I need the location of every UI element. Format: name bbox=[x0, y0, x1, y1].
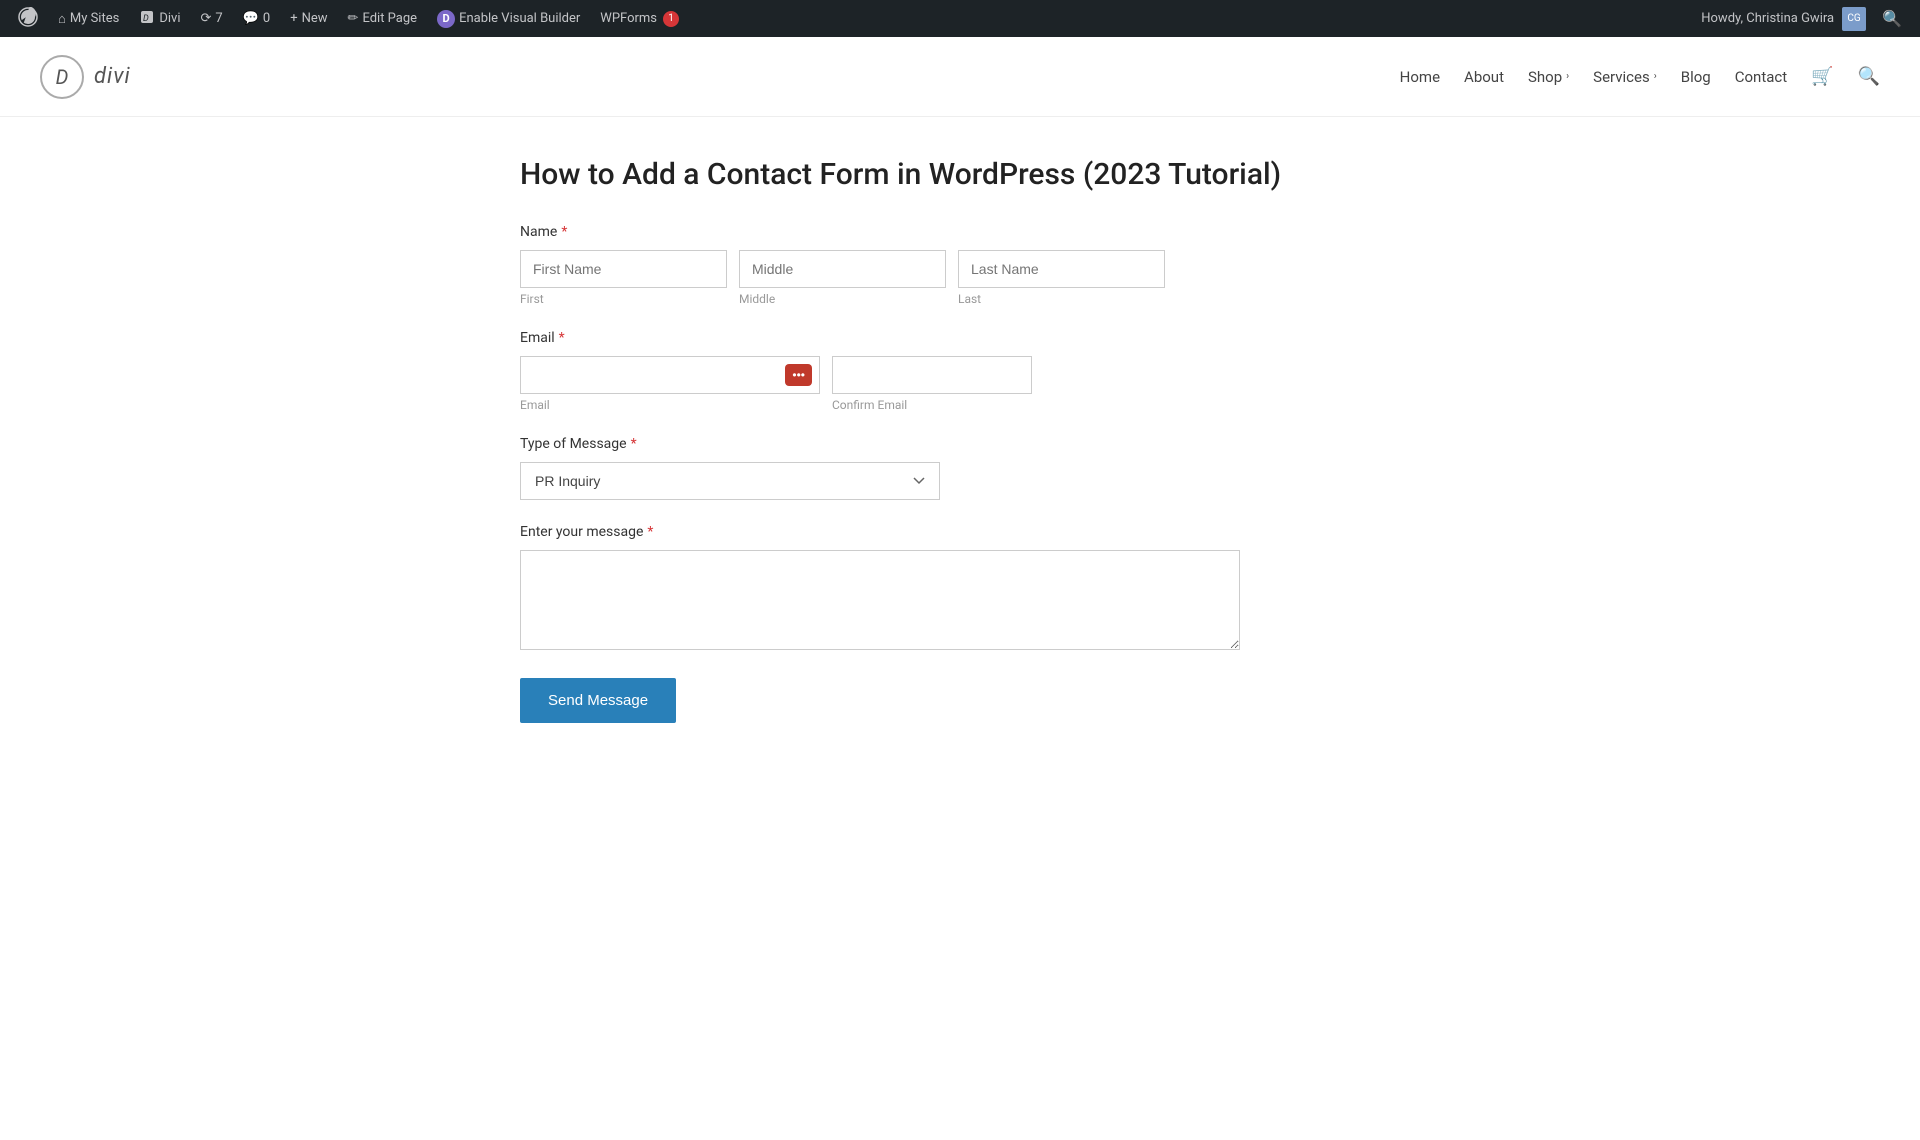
avatar: CG bbox=[1842, 7, 1866, 31]
nav-shop[interactable]: Shop › bbox=[1528, 68, 1569, 86]
message-textarea[interactable] bbox=[520, 550, 1240, 650]
type-of-message-field: Type of Message * PR Inquiry General Inq… bbox=[520, 436, 1400, 500]
divi-site-icon: D bbox=[139, 9, 155, 29]
admin-bar-wpforms[interactable]: WPForms 1 bbox=[592, 0, 687, 37]
nav-blog[interactable]: Blog bbox=[1681, 68, 1711, 86]
admin-bar-comments[interactable]: 💬 0 bbox=[235, 0, 279, 37]
middle-name-sublabel: Middle bbox=[739, 292, 946, 306]
howdy-text: Howdy, Christina Gwira bbox=[1701, 11, 1834, 26]
site-nav: Home About Shop › Services › Blog Contac… bbox=[1400, 66, 1880, 87]
first-name-input[interactable] bbox=[520, 250, 727, 288]
cart-icon[interactable]: 🛒 bbox=[1811, 66, 1833, 87]
site-logo[interactable]: D divi bbox=[40, 55, 131, 99]
updates-count: 7 bbox=[215, 11, 222, 26]
type-required-star: * bbox=[631, 436, 637, 452]
divi-bubble-icon: D bbox=[437, 10, 455, 28]
admin-bar-divi[interactable]: D Divi bbox=[131, 0, 188, 37]
admin-bar-edit-page[interactable]: ✏ Edit Page bbox=[340, 0, 426, 37]
type-of-message-label: Type of Message * bbox=[520, 436, 1400, 452]
confirm-email-group: Confirm Email bbox=[832, 356, 1032, 412]
new-label: New bbox=[302, 11, 328, 26]
nav-about[interactable]: About bbox=[1464, 68, 1504, 86]
email-input-wrapper: ••• bbox=[520, 356, 820, 394]
admin-search-icon[interactable]: 🔍 bbox=[1874, 9, 1910, 28]
message-field: Enter your message * bbox=[520, 524, 1400, 654]
message-required-star: * bbox=[647, 524, 653, 540]
email-sublabel: Email bbox=[520, 398, 820, 412]
main-content: How to Add a Contact Form in WordPress (… bbox=[480, 157, 1440, 783]
middle-name-group: Middle bbox=[739, 250, 946, 306]
name-field: Name * First Middle Last bbox=[520, 224, 1400, 306]
admin-bar-my-sites[interactable]: ⌂ My Sites bbox=[50, 0, 127, 37]
type-of-message-select[interactable]: PR Inquiry General Inquiry Support Other bbox=[520, 462, 940, 500]
name-required-star: * bbox=[561, 224, 567, 240]
chevron-down-icon: › bbox=[1566, 71, 1569, 82]
admin-bar-right: Howdy, Christina Gwira CG 🔍 bbox=[1701, 7, 1910, 31]
wpforms-label: WPForms bbox=[600, 11, 657, 26]
pencil-icon: ✏ bbox=[348, 11, 359, 26]
first-name-sublabel: First bbox=[520, 292, 727, 306]
comments-count: 0 bbox=[263, 11, 270, 26]
logo-letter: D bbox=[56, 65, 69, 89]
nav-contact[interactable]: Contact bbox=[1735, 68, 1787, 86]
home-icon: ⌂ bbox=[58, 11, 66, 27]
email-dots-button[interactable]: ••• bbox=[785, 364, 812, 386]
updates-icon: ⟳ bbox=[200, 11, 211, 26]
email-input[interactable] bbox=[520, 356, 820, 394]
svg-text:D: D bbox=[143, 14, 149, 24]
nav-about-label: About bbox=[1464, 68, 1504, 86]
admin-bar: ⌂ My Sites D Divi ⟳ 7 💬 0 + New ✏ Edit P… bbox=[0, 0, 1920, 37]
send-message-button[interactable]: Send Message bbox=[520, 678, 676, 723]
first-name-group: First bbox=[520, 250, 727, 306]
nav-blog-label: Blog bbox=[1681, 68, 1711, 86]
email-inputs: ••• Email Confirm Email bbox=[520, 356, 1400, 412]
nav-contact-label: Contact bbox=[1735, 68, 1787, 86]
site-header: D divi Home About Shop › Services › Blog… bbox=[0, 37, 1920, 117]
nav-shop-label: Shop bbox=[1528, 68, 1562, 86]
wpforms-badge: 1 bbox=[663, 11, 679, 27]
confirm-email-sublabel: Confirm Email bbox=[832, 398, 1032, 412]
email-label: Email * bbox=[520, 330, 1400, 346]
email-required-star: * bbox=[559, 330, 565, 346]
enable-visual-builder-label: Enable Visual Builder bbox=[459, 11, 580, 26]
my-sites-label: My Sites bbox=[70, 11, 119, 26]
nav-services[interactable]: Services › bbox=[1593, 68, 1657, 86]
email-input-group: ••• Email bbox=[520, 356, 820, 412]
name-inputs: First Middle Last bbox=[520, 250, 1400, 306]
middle-name-input[interactable] bbox=[739, 250, 946, 288]
admin-bar-new[interactable]: + New bbox=[282, 0, 335, 37]
email-field: Email * ••• Email Confirm Email bbox=[520, 330, 1400, 412]
last-name-input[interactable] bbox=[958, 250, 1165, 288]
confirm-email-input[interactable] bbox=[832, 356, 1032, 394]
message-label: Enter your message * bbox=[520, 524, 1400, 540]
comments-icon: 💬 bbox=[243, 11, 259, 26]
confirm-email-wrapper bbox=[832, 356, 1032, 394]
plus-icon: + bbox=[290, 11, 297, 26]
edit-page-label: Edit Page bbox=[362, 11, 417, 26]
search-icon[interactable]: 🔍 bbox=[1858, 66, 1880, 87]
logo-circle: D bbox=[40, 55, 84, 99]
admin-bar-enable-visual-builder[interactable]: D Enable Visual Builder bbox=[429, 0, 588, 37]
page-title: How to Add a Contact Form in WordPress (… bbox=[520, 157, 1400, 192]
contact-form: Name * First Middle Last bbox=[520, 224, 1400, 723]
admin-bar-updates[interactable]: ⟳ 7 bbox=[192, 0, 230, 37]
nav-services-label: Services bbox=[1593, 68, 1650, 86]
last-name-group: Last bbox=[958, 250, 1165, 306]
logo-text: divi bbox=[94, 64, 131, 89]
nav-home-label: Home bbox=[1400, 68, 1440, 86]
last-name-sublabel: Last bbox=[958, 292, 1165, 306]
wordpress-icon bbox=[18, 7, 38, 31]
nav-home[interactable]: Home bbox=[1400, 68, 1440, 86]
name-label: Name * bbox=[520, 224, 1400, 240]
chevron-down-icon-services: › bbox=[1654, 71, 1657, 82]
divi-label: Divi bbox=[159, 11, 180, 26]
admin-bar-wp-icon[interactable] bbox=[10, 0, 46, 37]
